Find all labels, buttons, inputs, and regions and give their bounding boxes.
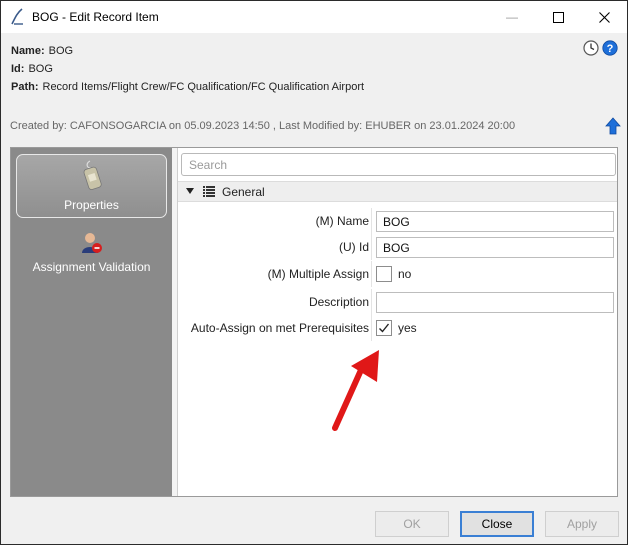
properties-pane: General (M) Name (U) Id (M) Multiple Ass…	[178, 148, 617, 496]
record-info: Name: BOG Id: BOG Path: Record Items/Flight…	[11, 42, 364, 96]
property-row-multiple-assign: (M) Multiple Assign no	[178, 261, 617, 287]
close-window-button[interactable]	[581, 1, 627, 33]
property-label: (U) Id	[339, 240, 369, 254]
path-line: Path: Record Items/Flight Crew/FC Qualifi…	[11, 81, 365, 93]
annotation-arrow-icon	[332, 350, 379, 431]
svg-text:?: ?	[607, 43, 614, 55]
user-validation-icon	[82, 233, 102, 253]
maximize-icon	[552, 11, 564, 23]
checkmark-icon	[379, 323, 390, 333]
title-bar: BOG - Edit Record Item —	[1, 1, 627, 33]
name-field[interactable]	[376, 211, 614, 232]
nav-item-assignment-validation[interactable]: Assignment Validation	[16, 228, 167, 278]
group-title: General	[222, 185, 265, 199]
property-label: (M) Multiple Assign	[267, 267, 369, 281]
maximize-button[interactable]	[535, 1, 581, 33]
property-row-id: (U) Id	[178, 234, 617, 260]
minimize-button[interactable]: —	[489, 1, 535, 33]
navigation-pane: Properties Assignment Validation	[11, 148, 172, 496]
luggage-tag-icon	[83, 160, 102, 190]
app-logo-icon	[11, 8, 23, 25]
property-label: (M) Name	[315, 214, 369, 228]
navigate-up-icon[interactable]	[605, 117, 621, 135]
close-icon	[598, 11, 610, 23]
edit-record-dialog: BOG - Edit Record Item — Name: BOG Id: BOG…	[0, 0, 628, 545]
property-label: Auto-Assign on met Prerequisites	[190, 321, 369, 335]
search-input[interactable]	[181, 153, 616, 176]
help-icon[interactable]: ?	[602, 40, 618, 56]
multiple-assign-value: no	[398, 267, 412, 281]
nav-label: Assignment Validation	[32, 260, 151, 274]
property-row-name: (M) Name	[178, 208, 617, 234]
content-area: Properties Assignment Validation Search …	[10, 147, 618, 497]
property-row-description: Description	[178, 289, 617, 315]
audit-info: Created by: CAFONSOGARCIA on 05.09.2023 …	[10, 120, 516, 132]
collapse-caret-icon[interactable]	[186, 188, 194, 194]
property-label: Description	[308, 295, 369, 309]
history-clock-icon[interactable]	[583, 40, 599, 56]
name-line: Name: BOG	[11, 45, 74, 57]
name-value: BOG	[48, 45, 74, 57]
apply-button[interactable]: Apply	[545, 511, 619, 537]
id-value: BOG	[28, 63, 53, 75]
group-header-general[interactable]: General	[178, 181, 617, 202]
multiple-assign-checkbox[interactable]	[376, 266, 392, 282]
window-title: BOG - Edit Record Item	[32, 10, 159, 24]
auto-assign-checkbox[interactable]	[376, 320, 392, 336]
property-row-auto-assign: Auto-Assign on met Prerequisites yes	[178, 315, 617, 341]
id-field[interactable]	[376, 237, 614, 258]
category-list-icon	[203, 186, 215, 197]
ok-button[interactable]: OK	[375, 511, 449, 537]
path-value: Record Items/Flight Crew/FC Qualificatio…	[42, 81, 365, 93]
header-icons: ?	[583, 40, 618, 56]
id-line: Id: BOG	[11, 63, 53, 75]
auto-assign-value: yes	[398, 321, 417, 335]
minimize-icon: —	[506, 10, 518, 24]
nav-item-properties[interactable]: Properties	[16, 154, 167, 218]
description-field[interactable]	[376, 292, 614, 313]
close-button[interactable]: Close	[460, 511, 534, 537]
nav-label: Properties	[64, 198, 119, 212]
